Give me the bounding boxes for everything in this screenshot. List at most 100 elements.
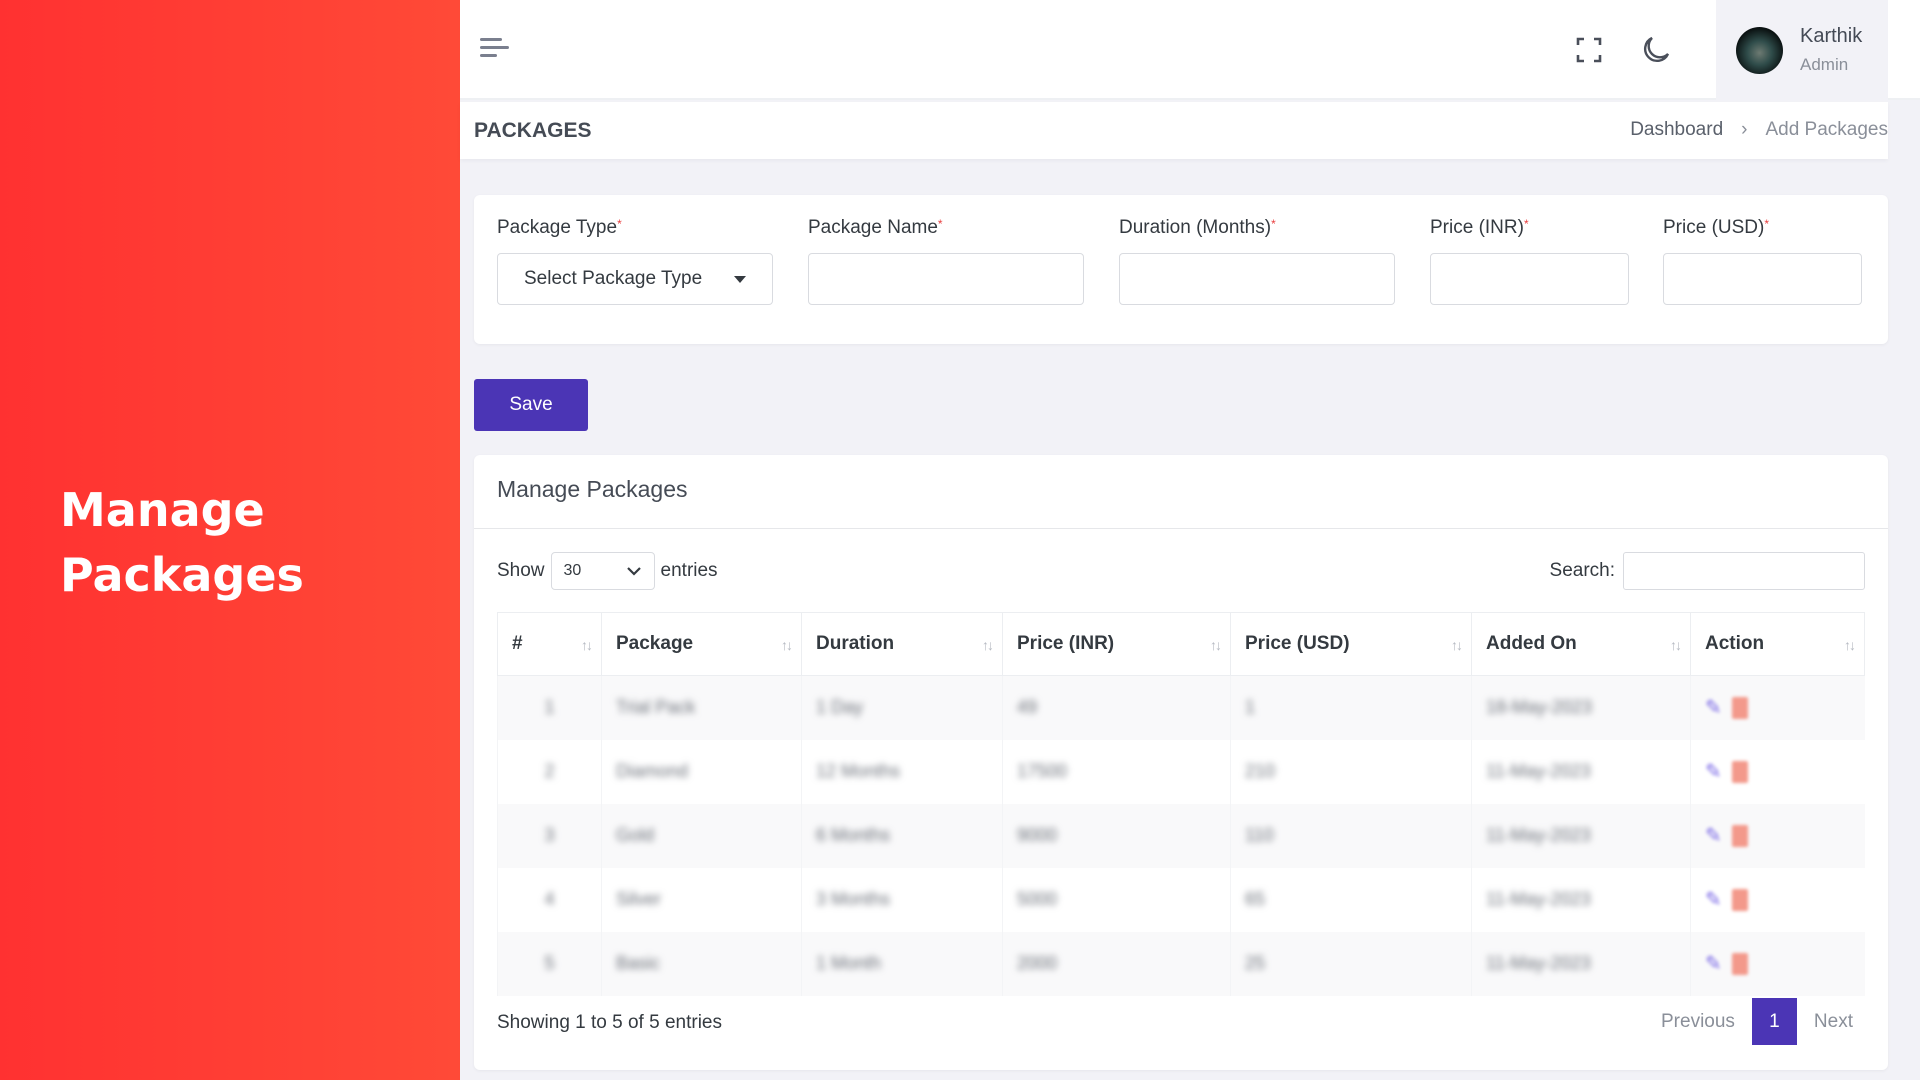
column-header-number[interactable]: # ↑↓ — [497, 612, 602, 676]
duration-input[interactable] — [1119, 253, 1395, 305]
cell-package-name: Silver — [601, 867, 802, 932]
cell-duration: 6 Months — [801, 803, 1003, 868]
price-inr-label: Price (INR)* — [1430, 217, 1629, 247]
app-window: Karthik Admin PACKAGES Dashboard › Add P… — [460, 0, 1920, 1080]
cell-added-on: 11-May-2023 — [1471, 931, 1691, 996]
column-header-action[interactable]: Action ↑↓ — [1690, 612, 1865, 676]
edit-icon[interactable]: ✎ — [1705, 695, 1722, 720]
delete-icon[interactable] — [1731, 888, 1748, 911]
cell-price-usd: 210 — [1230, 739, 1472, 804]
search-label: Search: — [1549, 560, 1615, 581]
price-usd-input[interactable] — [1663, 253, 1862, 305]
package-name-value: Silver — [616, 889, 662, 909]
row-actions: ✎ — [1705, 951, 1851, 976]
previous-button[interactable]: Previous — [1644, 1011, 1752, 1033]
table-row: 3 Gold 6 Months 9000 110 11-May-2023 ✎ — [497, 803, 1865, 868]
edit-icon[interactable]: ✎ — [1705, 887, 1722, 912]
package-name-input[interactable] — [808, 253, 1084, 305]
entries-select[interactable]: 30 — [550, 552, 655, 590]
row-number-value: 5 — [544, 953, 555, 973]
row-number-value: 4 — [544, 889, 555, 909]
duration-value: 12 Months — [816, 761, 901, 781]
duration-label: Duration (Months)* — [1119, 217, 1395, 247]
sort-icon: ↑↓ — [781, 637, 793, 653]
column-label: Price (USD) — [1245, 633, 1350, 654]
column-label: Added On — [1486, 633, 1577, 654]
save-button[interactable]: Save — [474, 379, 588, 431]
delete-icon[interactable] — [1731, 824, 1748, 847]
sort-icon: ↑↓ — [581, 637, 593, 653]
price-inr-value: 49 — [1017, 697, 1038, 718]
cell-duration: 1 Day — [801, 675, 1003, 740]
next-button[interactable]: Next — [1797, 1011, 1870, 1033]
price-usd-value: 110 — [1245, 825, 1274, 845]
price-inr-value: 2000 — [1017, 953, 1058, 973]
cell-package-name: Gold — [601, 803, 802, 868]
column-header-package[interactable]: Package ↑↓ — [601, 612, 802, 676]
entries-length-control: Show 30 entries — [497, 552, 718, 590]
table-info: Showing 1 to 5 of 5 entries — [497, 1012, 722, 1033]
price-inr-value: 17500 — [1017, 761, 1068, 781]
breadcrumb-dashboard[interactable]: Dashboard — [1630, 119, 1723, 141]
duration-value: 6 Months — [816, 825, 891, 845]
price-usd-label: Price (USD)* — [1663, 217, 1862, 247]
moon-icon[interactable] — [1640, 34, 1672, 66]
column-header-duration[interactable]: Duration ↑↓ — [801, 612, 1003, 676]
column-header-price-usd[interactable]: Price (USD) ↑↓ — [1230, 612, 1472, 676]
required-marker: * — [1271, 217, 1276, 231]
user-role: Admin — [1800, 55, 1849, 74]
cell-added-on: 18-May-2023 — [1471, 675, 1691, 740]
delete-icon[interactable] — [1731, 696, 1748, 719]
cell-action: ✎ — [1690, 675, 1865, 740]
duration-field: Duration (Months)* — [1119, 217, 1395, 305]
fullscreen-icon[interactable] — [1575, 36, 1603, 64]
column-header-added-on[interactable]: Added On ↑↓ — [1471, 612, 1691, 676]
cell-price-usd: 110 — [1230, 803, 1472, 868]
added-on-value: 11-May-2023 — [1486, 889, 1591, 909]
cell-price-inr: 9000 — [1002, 803, 1231, 868]
avatar — [1736, 27, 1783, 74]
column-label: # — [512, 633, 523, 654]
duration-value: 3 Months — [816, 889, 891, 909]
duration-value: 1 Day — [816, 697, 864, 718]
package-type-select[interactable]: Select Package Type — [497, 253, 773, 305]
price-usd-field: Price (USD)* — [1663, 217, 1862, 305]
duration-label-text: Duration (Months) — [1119, 217, 1272, 238]
required-marker: * — [937, 217, 943, 231]
cell-price-usd: 65 — [1230, 867, 1472, 932]
price-inr-value: 9000 — [1017, 825, 1058, 845]
required-marker: * — [1764, 217, 1770, 231]
row-actions: ✎ — [1705, 759, 1851, 784]
row-number-value: 3 — [544, 825, 555, 845]
page-1-button[interactable]: 1 — [1751, 998, 1797, 1045]
table-row: 2 Diamond 12 Months 17500 210 11-May-2023 ✎ — [497, 739, 1865, 804]
price-inr-field: Price (INR)* — [1430, 217, 1629, 305]
edit-icon[interactable]: ✎ — [1705, 823, 1722, 848]
delete-icon[interactable] — [1731, 952, 1748, 975]
cell-row-number: 4 — [497, 867, 602, 932]
price-usd-value: 1 — [1245, 697, 1256, 718]
package-name-value: Basic — [616, 953, 661, 973]
entries-value: 30 — [563, 562, 582, 579]
cell-action: ✎ — [1690, 931, 1865, 996]
edit-icon[interactable]: ✎ — [1705, 951, 1722, 976]
page-title: PACKAGES — [474, 119, 592, 142]
cell-duration: 1 Month — [801, 931, 1003, 996]
pagination: Previous 1 Next — [1644, 998, 1870, 1045]
breadcrumb-current: Add Packages — [1765, 119, 1888, 140]
column-header-price-inr[interactable]: Price (INR) ↑↓ — [1002, 612, 1231, 676]
cell-added-on: 11-May-2023 — [1471, 803, 1691, 868]
package-type-value: Select Package Type — [524, 268, 703, 289]
cell-price-usd: 1 — [1230, 675, 1472, 740]
delete-icon[interactable] — [1731, 760, 1748, 783]
edit-icon[interactable]: ✎ — [1705, 759, 1722, 784]
cell-row-number: 2 — [497, 739, 602, 804]
price-inr-input[interactable] — [1430, 253, 1629, 305]
cell-action: ✎ — [1690, 739, 1865, 804]
sort-icon: ↑↓ — [1210, 637, 1222, 653]
table-header-row: # ↑↓ Package ↑↓ Duration ↑↓ Price (INR) ↑↓ P… — [497, 612, 1865, 676]
row-number-value: 2 — [544, 761, 555, 781]
user-menu[interactable]: Karthik Admin — [1716, 0, 1888, 100]
hamburger-icon[interactable] — [480, 38, 510, 62]
search-input[interactable] — [1623, 552, 1865, 590]
